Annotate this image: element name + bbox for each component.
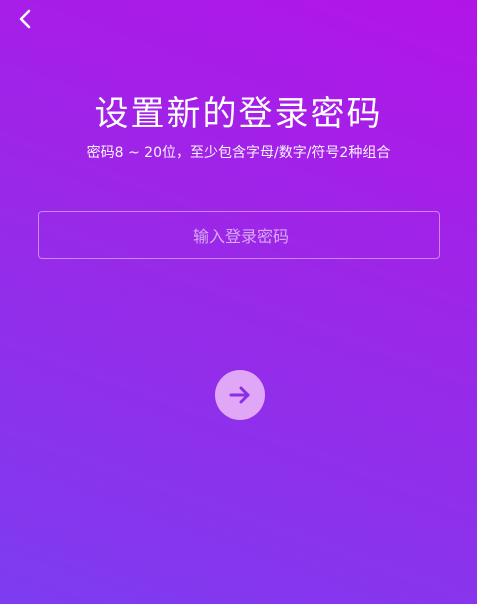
back-button[interactable] [12, 6, 38, 32]
password-rules-text: 密码8 ~ 20位，至少包含字母/数字/符号2种组合 [86, 145, 391, 161]
password-input[interactable] [39, 212, 443, 260]
chevron-left-icon [19, 9, 31, 29]
password-field-container [38, 211, 443, 260]
page-title: 设置新的登录密码 [94, 94, 383, 134]
arrow-right-icon [229, 386, 250, 404]
next-button[interactable] [215, 370, 265, 420]
